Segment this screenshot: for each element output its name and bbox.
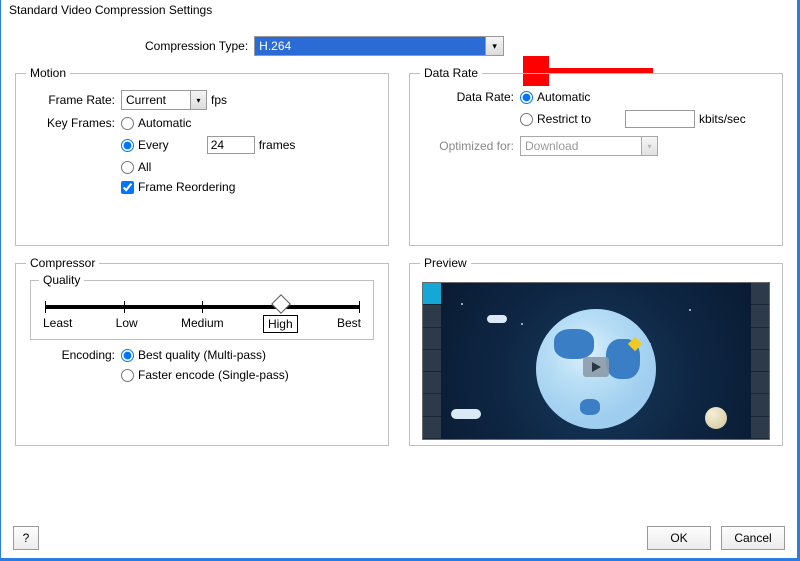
encoding-label: Encoding:	[26, 348, 121, 362]
data-rate-group: Data Rate Data Rate: Automatic Restrict …	[409, 66, 783, 246]
quality-tick-low: Low	[112, 315, 142, 333]
frame-reordering-checkbox[interactable]: Frame Reordering	[121, 180, 235, 194]
keyframes-all-radio[interactable]: All	[121, 160, 151, 174]
compression-type-value: H.264	[255, 37, 485, 55]
preview-group: Preview	[409, 256, 783, 446]
chevron-down-icon[interactable]: ▾	[485, 37, 503, 55]
quality-tick-medium: Medium	[177, 315, 228, 333]
encoding-faster-radio[interactable]: Faster encode (Single-pass)	[121, 368, 289, 382]
optimized-for-label: Optimized for:	[420, 139, 520, 153]
dialog-content: Compression Type: H.264 ▾ Motion Frame R…	[1, 24, 797, 558]
compression-type-combo[interactable]: H.264 ▾	[254, 36, 504, 56]
quality-slider[interactable]	[45, 305, 359, 309]
data-rate-unit: kbits/sec	[699, 112, 746, 126]
preview-video[interactable]	[422, 282, 770, 440]
play-icon[interactable]	[583, 357, 609, 377]
data-rate-restrict-value[interactable]	[625, 110, 695, 128]
quality-legend: Quality	[39, 273, 84, 287]
preview-left-toolbar	[423, 283, 441, 439]
motion-group: Motion Frame Rate: Current ▾ fps Key Fra…	[15, 66, 389, 246]
data-rate-legend: Data Rate	[420, 66, 482, 80]
key-frames-label: Key Frames:	[26, 116, 121, 130]
frame-rate-value: Current	[122, 91, 190, 109]
data-rate-label: Data Rate:	[420, 90, 520, 104]
video-compression-dialog: Standard Video Compression Settings Comp…	[0, 0, 800, 561]
ok-button[interactable]: OK	[647, 526, 711, 550]
keyframes-automatic-input[interactable]	[121, 117, 134, 130]
moon-icon	[705, 407, 727, 429]
cancel-button[interactable]: Cancel	[721, 526, 785, 550]
frame-reordering-input[interactable]	[121, 181, 134, 194]
keyframes-every-radio[interactable]: Every	[121, 138, 169, 152]
preview-legend: Preview	[420, 256, 471, 270]
optimized-for-combo[interactable]: Download ▾	[520, 136, 658, 156]
data-rate-restrict-radio[interactable]: Restrict to	[520, 112, 591, 126]
data-rate-automatic-radio[interactable]: Automatic	[520, 90, 590, 104]
compression-type-label: Compression Type:	[145, 39, 248, 53]
data-rate-automatic-input[interactable]	[520, 91, 533, 104]
compressor-group: Compressor Quality Least Low Medi	[15, 256, 389, 446]
quality-tick-best: Best	[333, 315, 365, 333]
chevron-down-icon[interactable]: ▾	[190, 91, 206, 109]
dialog-footer: ? OK Cancel	[13, 526, 785, 550]
preview-frame	[441, 283, 751, 439]
quality-tick-high: High	[263, 315, 298, 333]
help-button[interactable]: ?	[13, 526, 39, 550]
data-rate-restrict-input[interactable]	[520, 113, 533, 126]
compression-type-row: Compression Type: H.264 ▾	[15, 36, 783, 56]
keyframes-all-input[interactable]	[121, 161, 134, 174]
motion-legend: Motion	[26, 66, 70, 80]
keyframes-automatic-radio[interactable]: Automatic	[121, 116, 191, 130]
title-bar: Standard Video Compression Settings	[1, 0, 797, 24]
quality-tick-least: Least	[39, 315, 76, 333]
frame-rate-label: Frame Rate:	[26, 93, 121, 107]
optimized-for-value: Download	[521, 137, 641, 155]
encoding-best-quality-input[interactable]	[121, 349, 134, 362]
encoding-faster-input[interactable]	[121, 369, 134, 382]
quality-slider-thumb[interactable]	[271, 294, 291, 314]
compressor-legend: Compressor	[26, 256, 99, 270]
quality-slider-labels: Least Low Medium High Best	[39, 315, 365, 333]
encoding-best-quality-radio[interactable]: Best quality (Multi-pass)	[121, 348, 266, 362]
frame-rate-unit: fps	[211, 93, 227, 107]
window-title: Standard Video Compression Settings	[9, 3, 212, 17]
frame-rate-combo[interactable]: Current ▾	[121, 90, 207, 110]
preview-right-toolbar	[751, 283, 769, 439]
keyframes-every-value[interactable]	[207, 136, 255, 154]
quality-box: Quality Least Low Medium High	[30, 280, 374, 340]
keyframes-every-unit: frames	[259, 138, 296, 152]
chevron-down-icon[interactable]: ▾	[641, 137, 657, 155]
keyframes-every-input[interactable]	[121, 139, 134, 152]
